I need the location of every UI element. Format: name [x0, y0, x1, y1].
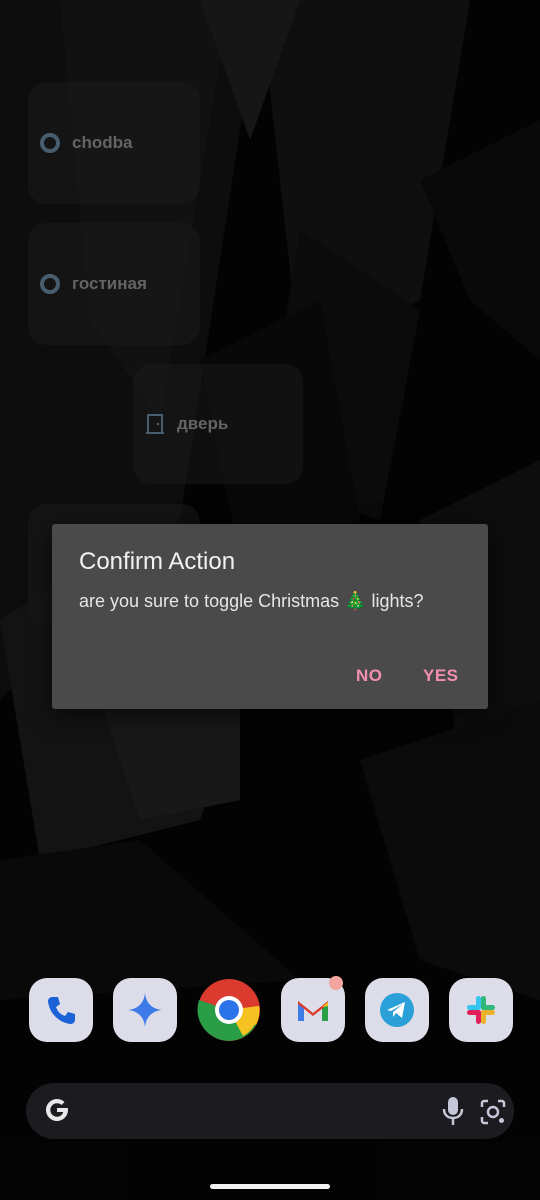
google-g-icon [46, 1099, 68, 1121]
microphone-icon[interactable] [439, 1095, 467, 1127]
gemini-sparkle-icon [128, 993, 162, 1027]
dock-phone[interactable] [29, 978, 93, 1042]
dialog-title: Confirm Action [79, 548, 236, 575]
notification-dot [329, 976, 343, 990]
phone-icon [48, 997, 75, 1024]
slack-icon [467, 996, 495, 1024]
dock-slack[interactable] [449, 978, 513, 1042]
telegram-icon [380, 993, 414, 1027]
lens-icon[interactable] [478, 1097, 508, 1127]
yes-button[interactable]: YES [417, 662, 465, 690]
no-button[interactable]: NO [350, 662, 389, 690]
dock-gmail[interactable] [281, 976, 345, 1042]
dock-telegram[interactable] [365, 978, 429, 1042]
confirm-dialog: Confirm Action are you sure to toggle Ch… [52, 524, 488, 709]
dialog-message: are you sure to toggle Christmas 🎄 light… [79, 591, 424, 611]
dock-chrome[interactable] [197, 978, 261, 1042]
gesture-bar[interactable] [210, 1184, 330, 1189]
google-search-bar[interactable] [26, 1083, 514, 1139]
dock-gemini[interactable] [113, 978, 177, 1042]
chrome-icon [197, 979, 260, 1041]
gmail-icon [298, 1001, 328, 1021]
